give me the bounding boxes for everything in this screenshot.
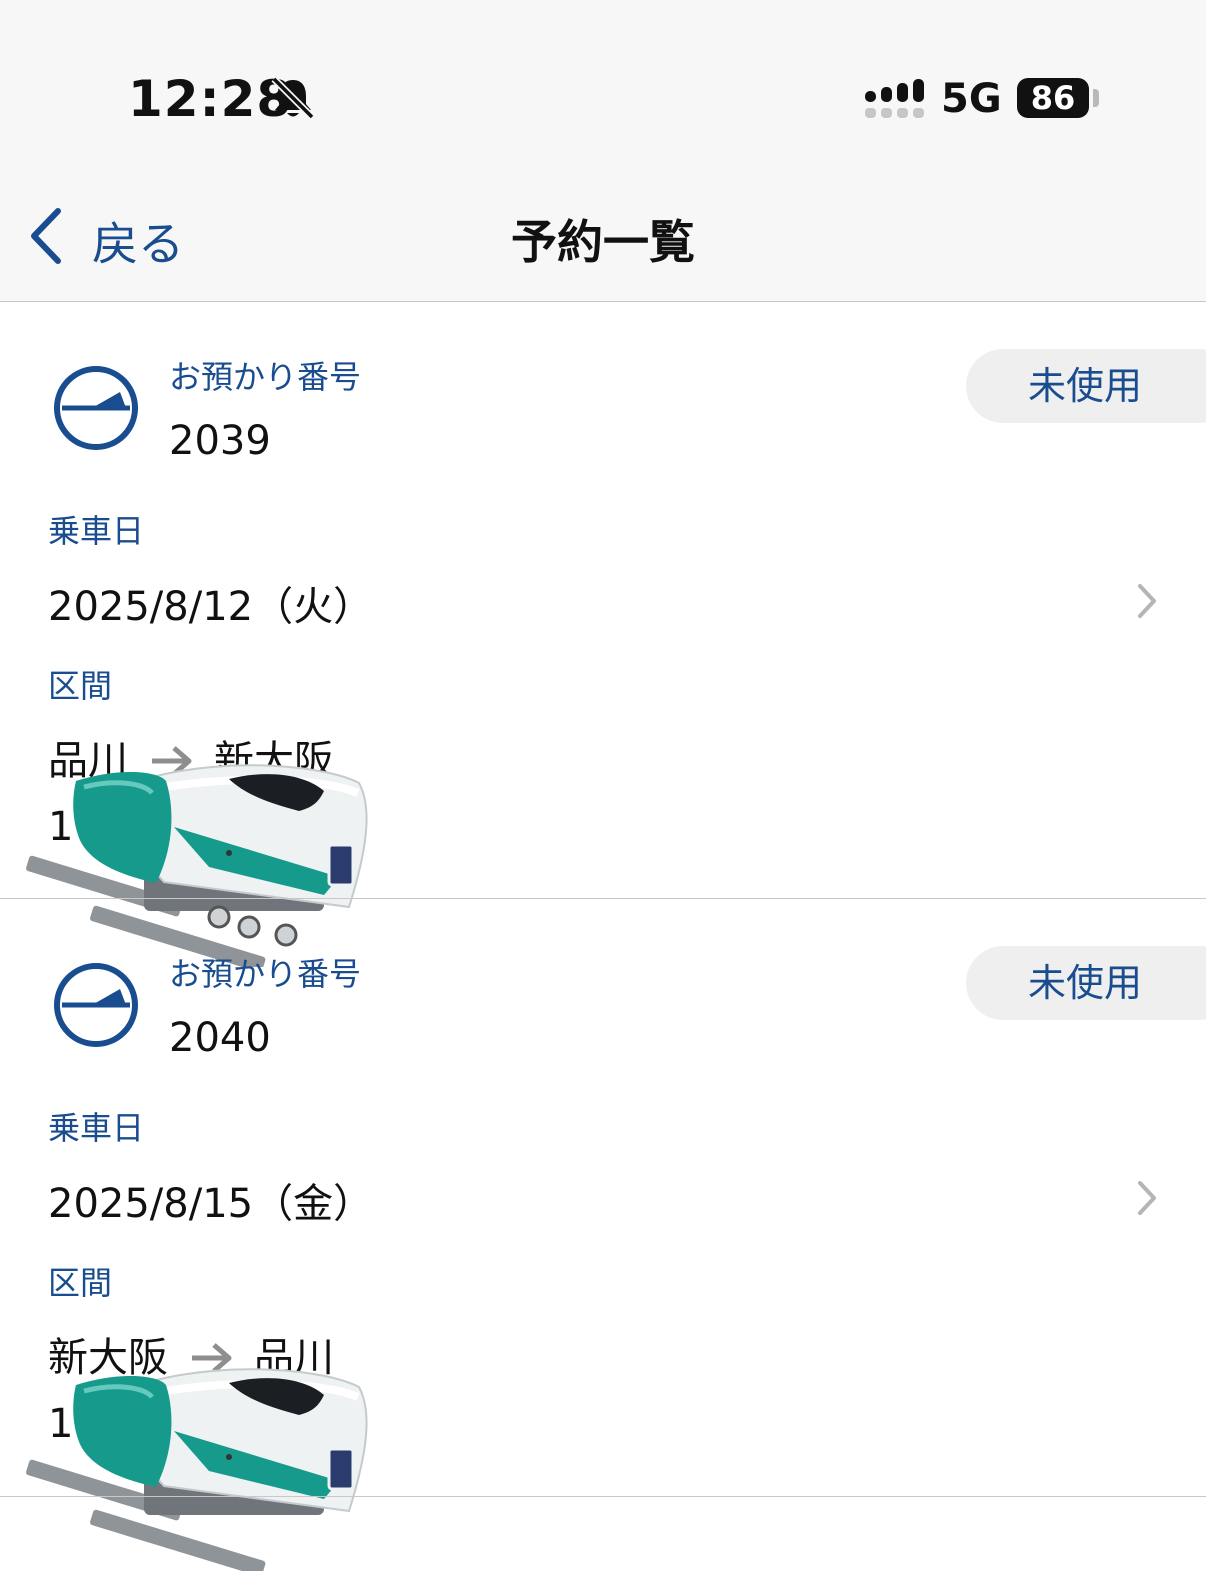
status-badge: 未使用 [966,946,1206,1020]
reservation-number: 2040 [169,1015,271,1061]
reservation-number: 2039 [169,418,271,464]
battery-icon: 86 [1017,78,1089,118]
bell-slash-icon [271,76,315,120]
section-label: 区間 [48,667,113,705]
shinkansen-sticker [26,1368,368,1571]
section-label: 区間 [48,1264,113,1302]
chevron-right-icon[interactable] [1136,1179,1158,1217]
train-direction-icon [54,366,138,450]
status-badge: 未使用 [966,349,1206,423]
reservation-card[interactable]: お預かり番号 2040 未使用 乗車日 2025/8/15（金） 区間 新大阪品… [0,899,1206,1571]
card-divider [0,1496,1206,1497]
signal-icon [865,79,924,118]
reservation-card[interactable]: お預かり番号 2039 未使用 乗車日 2025/8/12（火） 区間 品川 新大… [0,302,1206,967]
reservation-number-label: お預かり番号 [169,955,362,993]
reservation-number-label: お預かり番号 [169,358,362,396]
top-bar: 12:28 5G 86 戻る 予約一覧 [0,0,1206,302]
chevron-right-icon[interactable] [1136,582,1158,620]
ride-date: 2025/8/15（金） [48,1181,374,1227]
battery-level: 86 [1030,79,1076,117]
page-title: 予約一覧 [511,215,695,269]
network-type: 5G [941,76,1002,122]
train-direction-icon [54,963,138,1047]
battery-tip [1093,89,1099,107]
date-label: 乗車日 [48,512,145,550]
date-label: 乗車日 [48,1109,145,1147]
ride-date: 2025/8/12（火） [48,584,374,630]
